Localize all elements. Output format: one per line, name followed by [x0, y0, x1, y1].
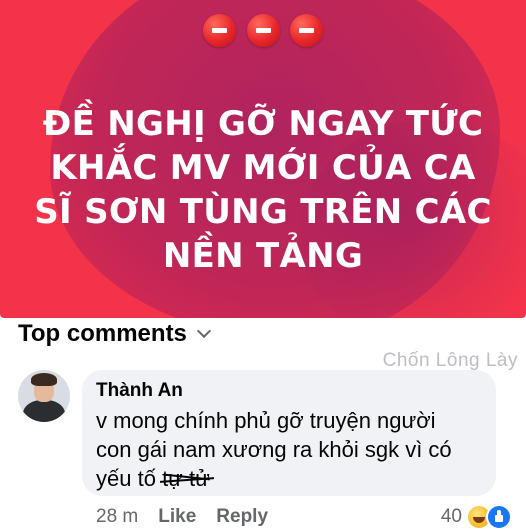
top-comments-label: Top comments: [18, 320, 187, 347]
headline-line: KHẮC MV MỚI CỦA CA: [50, 148, 476, 188]
no-entry-icon: [289, 14, 323, 47]
comment-author-link[interactable]: Thành An: [96, 380, 183, 402]
comment-actions: 28 m Like Reply: [96, 506, 268, 528]
reaction-count: 40: [440, 506, 462, 527]
headline-line: NỀN TẢNG: [162, 236, 364, 276]
emoji-row: [0, 14, 526, 52]
scribbled-text: tự tử: [162, 466, 210, 491]
top-comments-sort-button[interactable]: Top comments: [18, 320, 211, 348]
no-entry-icon: [203, 14, 237, 47]
watermark: Chốn Lông Lày: [382, 350, 518, 371]
like-icon: [486, 504, 512, 530]
comment-line: yếu tố tự tử: [96, 464, 486, 493]
comment-line: v mong chính phủ gỡ truyện người: [96, 408, 436, 433]
post-image-banner[interactable]: ĐỀ NGHỊ GỠ NGAY TỨC KHẮC MV MỚI CỦA CA S…: [0, 0, 526, 318]
chevron-down-icon: [196, 323, 211, 339]
comment-timestamp[interactable]: 28 m: [96, 506, 138, 528]
reaction-summary[interactable]: 40: [441, 504, 512, 530]
comment-text: v mong chính phủ gỡ truyện người con gái…: [96, 406, 486, 493]
headline-line: SĨ SƠN TÙNG TRÊN CÁC: [34, 192, 492, 232]
comment-line: con gái nam xương ra khỏi sgk vì có: [96, 437, 452, 462]
like-button[interactable]: Like: [158, 506, 196, 528]
headline-line: ĐỀ NGHỊ GỠ NGAY TỨC: [42, 104, 484, 144]
headline: ĐỀ NGHỊ GỠ NGAY TỨC KHẮC MV MỚI CỦA CA S…: [20, 102, 506, 278]
comment-line-prefix: yếu tố: [96, 466, 156, 491]
no-entry-icon: [246, 14, 280, 47]
reply-button[interactable]: Reply: [216, 506, 268, 528]
avatar[interactable]: [18, 370, 70, 422]
